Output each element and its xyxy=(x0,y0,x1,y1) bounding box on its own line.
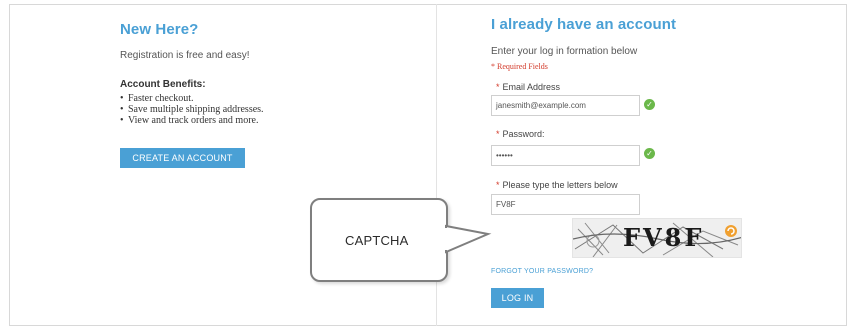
registration-note: Registration is free and easy! xyxy=(120,50,250,61)
new-here-title: New Here? xyxy=(120,21,199,38)
captcha-label: * Please type the letters below xyxy=(496,180,618,190)
captcha-input[interactable]: FV8F xyxy=(491,194,640,215)
email-label-text: Email Address xyxy=(502,82,561,92)
callout-label: CAPTCHA xyxy=(345,233,409,248)
callout-pointer xyxy=(430,224,492,254)
captcha-label-text: Please type the letters below xyxy=(502,180,618,190)
required-fields-note: * Required Fields xyxy=(491,62,548,71)
benefits-list: Faster checkout. Save multiple shipping … xyxy=(120,93,264,126)
benefits-title: Account Benefits: xyxy=(120,79,206,90)
benefit-item: Save multiple shipping addresses. xyxy=(120,104,264,115)
login-intro: Enter your log in formation below xyxy=(491,46,638,57)
login-button[interactable]: LOG IN xyxy=(491,288,544,308)
refresh-icon[interactable] xyxy=(724,224,738,238)
email-label: * Email Address xyxy=(496,82,561,92)
check-circle-icon: ✓ xyxy=(644,99,655,110)
email-field[interactable]: janesmith@example.com xyxy=(491,95,640,116)
password-label: * Password: xyxy=(496,129,545,139)
captcha-image: FV8F xyxy=(572,218,742,258)
benefit-item: View and track orders and more. xyxy=(120,115,264,126)
password-field[interactable]: •••••• xyxy=(491,145,640,166)
forgot-password-link[interactable]: FORGOT YOUR PASSWORD? xyxy=(491,268,593,275)
captcha-characters: FV8F xyxy=(623,223,705,252)
benefit-item: Faster checkout. xyxy=(120,93,264,104)
login-title: I already have an account xyxy=(491,16,677,33)
password-label-text: Password: xyxy=(502,129,545,139)
check-circle-icon: ✓ xyxy=(644,148,655,159)
create-account-button[interactable]: CREATE AN ACCOUNT xyxy=(120,148,245,168)
